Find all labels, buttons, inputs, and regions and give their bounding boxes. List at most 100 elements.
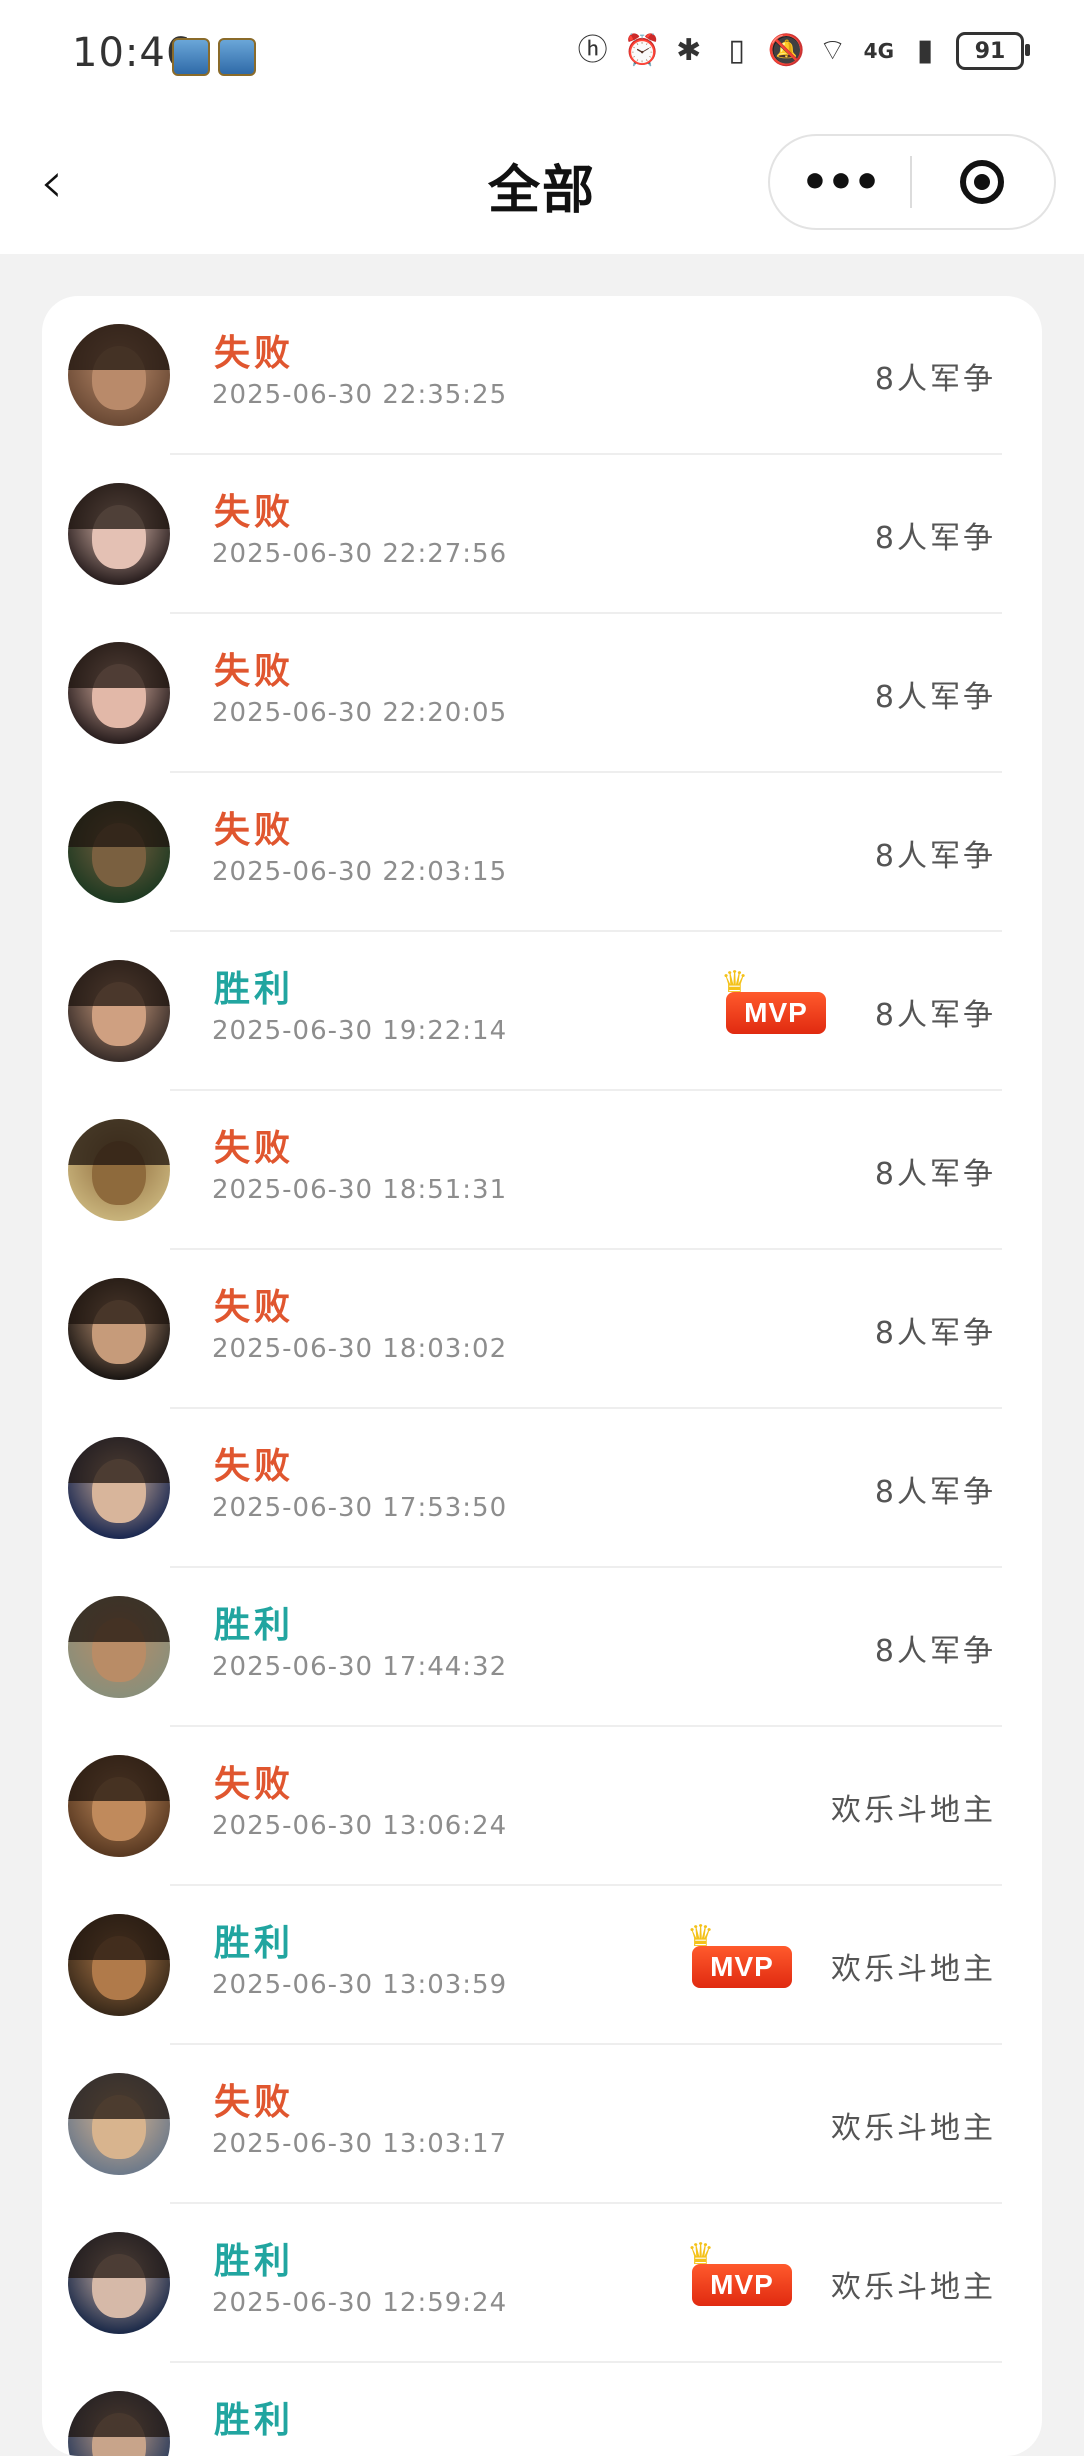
avatar: [68, 801, 170, 903]
miniprogram-capsule: •••: [768, 134, 1056, 230]
avatar-hair: [68, 1278, 170, 1324]
game-mode: 欢乐斗地主: [831, 1793, 996, 1828]
game-mode: 欢乐斗地主: [831, 2111, 996, 2146]
list-item[interactable]: 失败 2025-06-30 22:35:25 8人军争: [42, 296, 1042, 455]
list-item[interactable]: 胜利 2025-06-30 13:03:59 欢乐斗地主 MVP ♛: [42, 1886, 1042, 2045]
record-list: 失败 2025-06-30 22:35:25 8人军争 失败 2025-06-30 22…: [42, 296, 1042, 2456]
avatar-hair: [68, 642, 170, 688]
avatar: [68, 1437, 170, 1539]
crown-icon: ♛: [687, 1919, 714, 1954]
battery-indicator: 91: [956, 32, 1030, 70]
list-item[interactable]: 胜利 2025-06-30 19:22:14 8人军争 MVP ♛: [42, 932, 1042, 1091]
avatar: [68, 2391, 170, 2456]
list-item[interactable]: 失败 2025-06-30 22:20:05 8人军争: [42, 614, 1042, 773]
result-label: 失败: [214, 1287, 295, 1328]
result-label: 失败: [214, 333, 295, 374]
crown-icon: ♛: [687, 2237, 714, 2272]
list-item[interactable]: 失败 2025-06-30 13:06:24 欢乐斗地主: [42, 1727, 1042, 1886]
record-timestamp: 2025-06-30 22:20:05: [212, 698, 508, 728]
game-mode: 8人军争: [874, 521, 996, 556]
avatar: [68, 960, 170, 1062]
status-bar: 10:46 ⓗ ⏰ ✱ ▯ 🔕 ⌔ 4G ▮ 91: [0, 0, 1084, 110]
result-label: 失败: [214, 492, 295, 533]
result-label: 失败: [214, 2082, 295, 2123]
game-mode: 8人军争: [874, 362, 996, 397]
avatar: [68, 1914, 170, 2016]
crown-icon: ♛: [721, 965, 748, 1000]
avatar-hair: [68, 1755, 170, 1801]
avatar: [68, 1119, 170, 1221]
result-label: 失败: [214, 1128, 295, 1169]
game-mode: 8人军争: [874, 1316, 996, 1351]
vibrate-icon: ▯: [728, 33, 745, 68]
mute-icon: 🔕: [767, 33, 806, 68]
avatar-hair: [68, 1119, 170, 1165]
avatar-hair: [68, 2232, 170, 2278]
record-timestamp: 2025-06-30 18:51:31: [212, 1175, 508, 1205]
result-label: 胜利: [214, 1605, 295, 1646]
bluetooth-icon: ✱: [676, 33, 702, 68]
list-item[interactable]: 失败 2025-06-30 13:03:17 欢乐斗地主: [42, 2045, 1042, 2204]
record-timestamp: 2025-06-30 12:59:24: [212, 2288, 508, 2318]
alarm-icon: ⏰: [623, 33, 662, 68]
list-item[interactable]: 胜利 2025-06-30 17:44:32 8人军争: [42, 1568, 1042, 1727]
avatar-hair: [68, 1596, 170, 1642]
avatar-hair: [68, 324, 170, 370]
record-timestamp: 2025-06-30 17:44:32: [212, 1652, 508, 1682]
result-label: 胜利: [214, 2241, 295, 2282]
game-mode: 8人军争: [874, 1157, 996, 1192]
avatar-hair: [68, 801, 170, 847]
avatar-hair: [68, 2073, 170, 2119]
record-timestamp: 2025-06-30 17:53:50: [212, 1493, 508, 1523]
navigation-bar: ‹ 全部 •••: [0, 110, 1084, 254]
list-item[interactable]: 胜利: [42, 2363, 1042, 2456]
result-label: 胜利: [214, 1923, 295, 1964]
avatar: [68, 2073, 170, 2175]
list-item[interactable]: 失败 2025-06-30 18:51:31 8人军争: [42, 1091, 1042, 1250]
status-icons: ⓗ ⏰ ✱ ▯ 🔕 ⌔ 4G ▮ 91: [576, 32, 1030, 70]
record-timestamp: 2025-06-30 22:03:15: [212, 857, 508, 887]
avatar: [68, 1755, 170, 1857]
result-label: 失败: [214, 1764, 295, 1805]
game-mode: 欢乐斗地主: [831, 2270, 996, 2305]
avatar-hair: [68, 483, 170, 529]
result-label: 失败: [214, 1446, 295, 1487]
record-timestamp: 2025-06-30 22:35:25: [212, 380, 508, 410]
game-mode: 8人军争: [874, 1634, 996, 1669]
target-icon: [960, 160, 1004, 204]
app-notification-icon: [172, 38, 210, 76]
list-item[interactable]: 失败 2025-06-30 18:03:02 8人军争: [42, 1250, 1042, 1409]
avatar: [68, 1596, 170, 1698]
avatar: [68, 324, 170, 426]
app-notification-icon: [218, 38, 256, 76]
result-label: 失败: [214, 651, 295, 692]
list-item[interactable]: 失败 2025-06-30 22:27:56 8人军争: [42, 455, 1042, 614]
game-mode: 8人军争: [874, 680, 996, 715]
result-label: 胜利: [214, 2400, 295, 2441]
avatar: [68, 1278, 170, 1380]
game-mode: 8人军争: [874, 998, 996, 1033]
close-miniprogram-button[interactable]: [912, 160, 1052, 204]
network-type: 4G: [863, 39, 894, 63]
avatar-hair: [68, 960, 170, 1006]
game-mode: 8人军争: [874, 1475, 996, 1510]
record-timestamp: 2025-06-30 18:03:02: [212, 1334, 508, 1364]
hd-icon: ⓗ: [577, 33, 608, 68]
result-label: 失败: [214, 810, 295, 851]
record-timestamp: 2025-06-30 22:27:56: [212, 539, 508, 569]
more-button[interactable]: •••: [770, 157, 910, 208]
game-mode: 8人军争: [874, 839, 996, 874]
list-item[interactable]: 失败 2025-06-30 17:53:50 8人军争: [42, 1409, 1042, 1568]
list-item[interactable]: 失败 2025-06-30 22:03:15 8人军争: [42, 773, 1042, 932]
game-mode: 欢乐斗地主: [831, 1952, 996, 1987]
result-label: 胜利: [214, 969, 295, 1010]
avatar: [68, 2232, 170, 2334]
wifi-icon: ⌔: [818, 33, 847, 68]
list-item[interactable]: 胜利 2025-06-30 12:59:24 欢乐斗地主 MVP ♛: [42, 2204, 1042, 2363]
avatar: [68, 642, 170, 744]
record-timestamp: 2025-06-30 19:22:14: [212, 1016, 508, 1046]
avatar: [68, 483, 170, 585]
record-timestamp: 2025-06-30 13:06:24: [212, 1811, 508, 1841]
avatar-hair: [68, 2391, 170, 2437]
avatar-hair: [68, 1437, 170, 1483]
